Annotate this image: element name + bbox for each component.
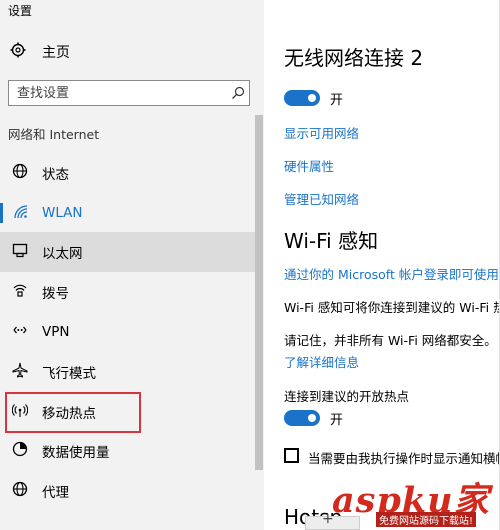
watermark-subtitle: 免费网站源码下载站! [376,512,477,527]
wifi-sense-description: Wi-Fi 感知可将你连接到建议的 Wi-Fi 热 [284,300,500,315]
vpn-icon [12,322,28,342]
open-hotspots-label: 连接到建议的开放热点 [284,389,410,404]
sidebar-scrollbar[interactable] [255,115,263,470]
sidebar-item-vpn[interactable]: VPN [0,312,255,352]
wifi-sense-title: Wi-Fi 感知 [284,229,379,253]
sidebar-item-proxy[interactable]: 代理 [0,471,255,511]
dialup-icon [12,282,28,302]
search-box[interactable] [8,80,250,106]
content-pane: 无线网络连接 2 开 显示可用网络 硬件属性 管理已知网络 Wi-Fi 感知 通… [264,0,500,530]
sidebar-item-label: WLAN [42,205,83,221]
sidebar-item-label: 代理 [42,485,69,501]
globe-icon [12,163,28,183]
window-title: 设置 [8,4,33,18]
sidebar-item-label: 以太网 [42,246,83,262]
manage-known-networks-link[interactable]: 管理已知网络 [284,189,359,208]
wifi-sense-note: 请记住，并非所有 Wi-Fi 网络都安全。 [284,333,497,348]
search-input[interactable] [9,81,232,105]
search-icon[interactable] [231,85,245,104]
sidebar-item-label: 飞行模式 [42,366,96,382]
sidebar-item-label: 数据使用量 [42,445,110,461]
home-nav-item[interactable]: 主页 [10,40,70,64]
sidebar-item-label: VPN [42,324,70,340]
highlight-box [5,392,141,433]
globe-icon [12,481,28,501]
microsoft-account-link[interactable]: 通过你的 Microsoft 帐户登录即可使用 [284,264,499,283]
airplane-icon [12,362,28,382]
section-title: 网络和 Internet [8,127,100,142]
gear-icon [10,42,26,62]
wifi-icon [12,203,28,223]
sidebar-item-dialup[interactable]: 拨号 [0,272,255,312]
data-usage-icon [12,441,28,461]
sidebar-item-status[interactable]: 状态 [0,153,255,193]
toggle-knob [308,414,316,422]
active-indicator [0,203,3,223]
notify-checkbox-label: 当需要由我执行操作时显示通知横幅 [308,451,500,466]
sidebar-item-label: 拨号 [42,286,69,302]
watermark: aspku家 免费网站源码下载站! [330,472,500,530]
wifi-toggle[interactable] [284,90,320,106]
settings-sidebar: 设置 主页 网络和 Internet 状态 WLAN 以太网 [0,0,264,530]
wifi-toggle-label: 开 [330,93,344,108]
notify-checkbox[interactable] [284,448,299,463]
sidebar-item-ethernet[interactable]: 以太网 [0,232,255,272]
home-label: 主页 [42,45,70,61]
sidebar-item-label: 状态 [42,167,69,183]
adapter-title: 无线网络连接 2 [284,46,424,70]
toggle-knob [308,94,316,102]
hardware-properties-link[interactable]: 硬件属性 [284,156,334,175]
ethernet-icon [12,242,28,262]
sidebar-item-data-usage[interactable]: 数据使用量 [0,431,255,471]
learn-more-link[interactable]: 了解详细信息 [284,352,359,371]
open-hotspots-toggle-label: 开 [330,413,344,428]
sidebar-item-airplane[interactable]: 飞行模式 [0,352,255,392]
show-available-networks-link[interactable]: 显示可用网络 [284,123,359,142]
open-hotspots-toggle[interactable] [284,410,320,426]
sidebar-item-wlan[interactable]: WLAN [0,193,255,233]
